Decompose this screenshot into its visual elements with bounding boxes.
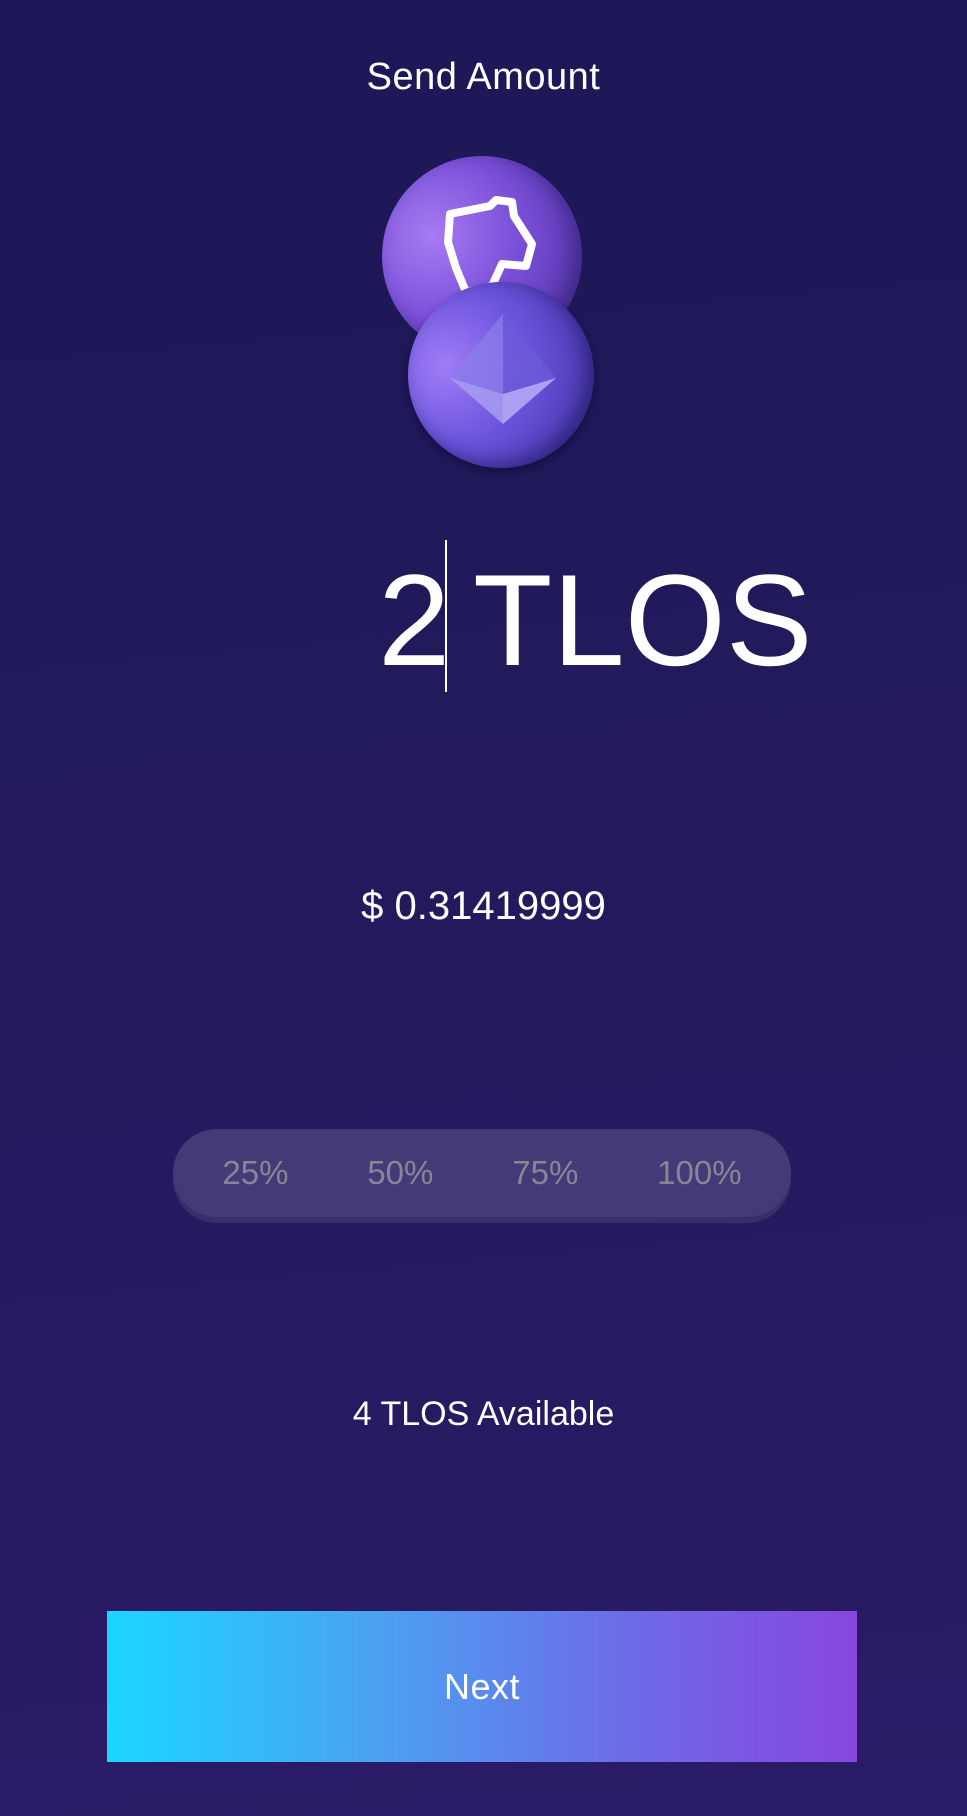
percent-50-button[interactable]: 50% bbox=[355, 1144, 445, 1202]
ethereum-icon bbox=[408, 282, 594, 468]
amount-input[interactable]: 2 TLOS bbox=[0, 540, 967, 700]
text-cursor bbox=[445, 540, 447, 692]
fiat-value: $ 0.31419999 bbox=[361, 884, 606, 928]
percent-25-button[interactable]: 25% bbox=[210, 1144, 300, 1202]
percent-selector: 25% 50% 75% 100% bbox=[173, 1129, 791, 1217]
percent-100-button[interactable]: 100% bbox=[645, 1144, 753, 1202]
percent-75-button[interactable]: 75% bbox=[500, 1144, 590, 1202]
amount-unit: TLOS bbox=[473, 547, 813, 693]
token-icons bbox=[380, 156, 600, 476]
page-title: Send Amount bbox=[366, 56, 601, 98]
available-balance: 4 TLOS Available bbox=[352, 1395, 615, 1433]
next-button[interactable]: Next bbox=[107, 1611, 857, 1762]
amount-value[interactable]: 2 bbox=[378, 540, 450, 700]
